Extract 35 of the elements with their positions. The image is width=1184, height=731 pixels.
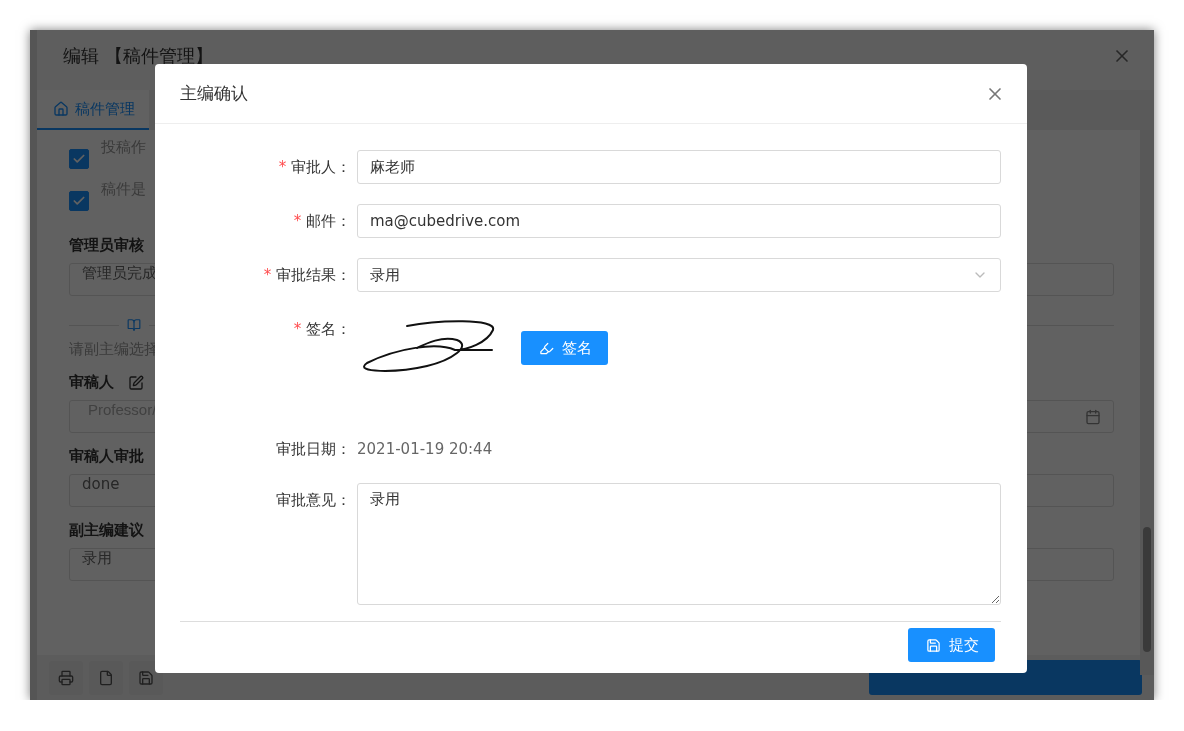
home-icon	[53, 101, 69, 117]
field-label: 审批日期：	[276, 439, 351, 460]
required-mark: *	[262, 266, 272, 284]
section-heading: 副主编建议	[69, 521, 144, 540]
scrollbar-thumb[interactable]	[1143, 527, 1151, 652]
window-title: 编辑 【稿件管理】	[63, 44, 213, 68]
text-field[interactable]: 麻老师	[357, 150, 1001, 184]
checkbox[interactable]	[69, 149, 89, 169]
dialog-title: 主编确认	[180, 82, 248, 105]
save-icon	[138, 669, 154, 686]
section-heading: 审稿人审批	[69, 447, 144, 466]
book-icon	[127, 318, 141, 332]
printer-icon	[58, 669, 74, 686]
file-icon	[98, 669, 114, 686]
section-heading: 管理员审核	[69, 236, 144, 255]
field-label: * 审批结果：	[262, 265, 351, 286]
required-mark: *	[292, 320, 302, 338]
required-mark: *	[292, 212, 302, 230]
field-label: * 邮件：	[292, 211, 351, 232]
section-heading: 审稿人	[69, 373, 114, 392]
highlighter-icon	[539, 340, 554, 356]
edit-icon[interactable]	[128, 374, 144, 391]
field-label: * 签名：	[292, 319, 351, 340]
select-field[interactable]: 录用	[357, 258, 1001, 292]
comment-field[interactable]: 录用	[357, 483, 1001, 605]
check-icon	[72, 194, 86, 208]
checkbox[interactable]	[69, 191, 89, 211]
check-icon	[72, 152, 86, 166]
field-label: * 审批人：	[277, 157, 351, 178]
text-field[interactable]: ma@cubedrive.com	[357, 204, 1001, 238]
required-mark: *	[277, 158, 287, 176]
field-label: 审批意见：	[276, 490, 351, 511]
calendar-icon	[1085, 408, 1101, 425]
date-text: 2021-01-19 20:44	[357, 439, 494, 460]
save-icon	[926, 637, 941, 653]
